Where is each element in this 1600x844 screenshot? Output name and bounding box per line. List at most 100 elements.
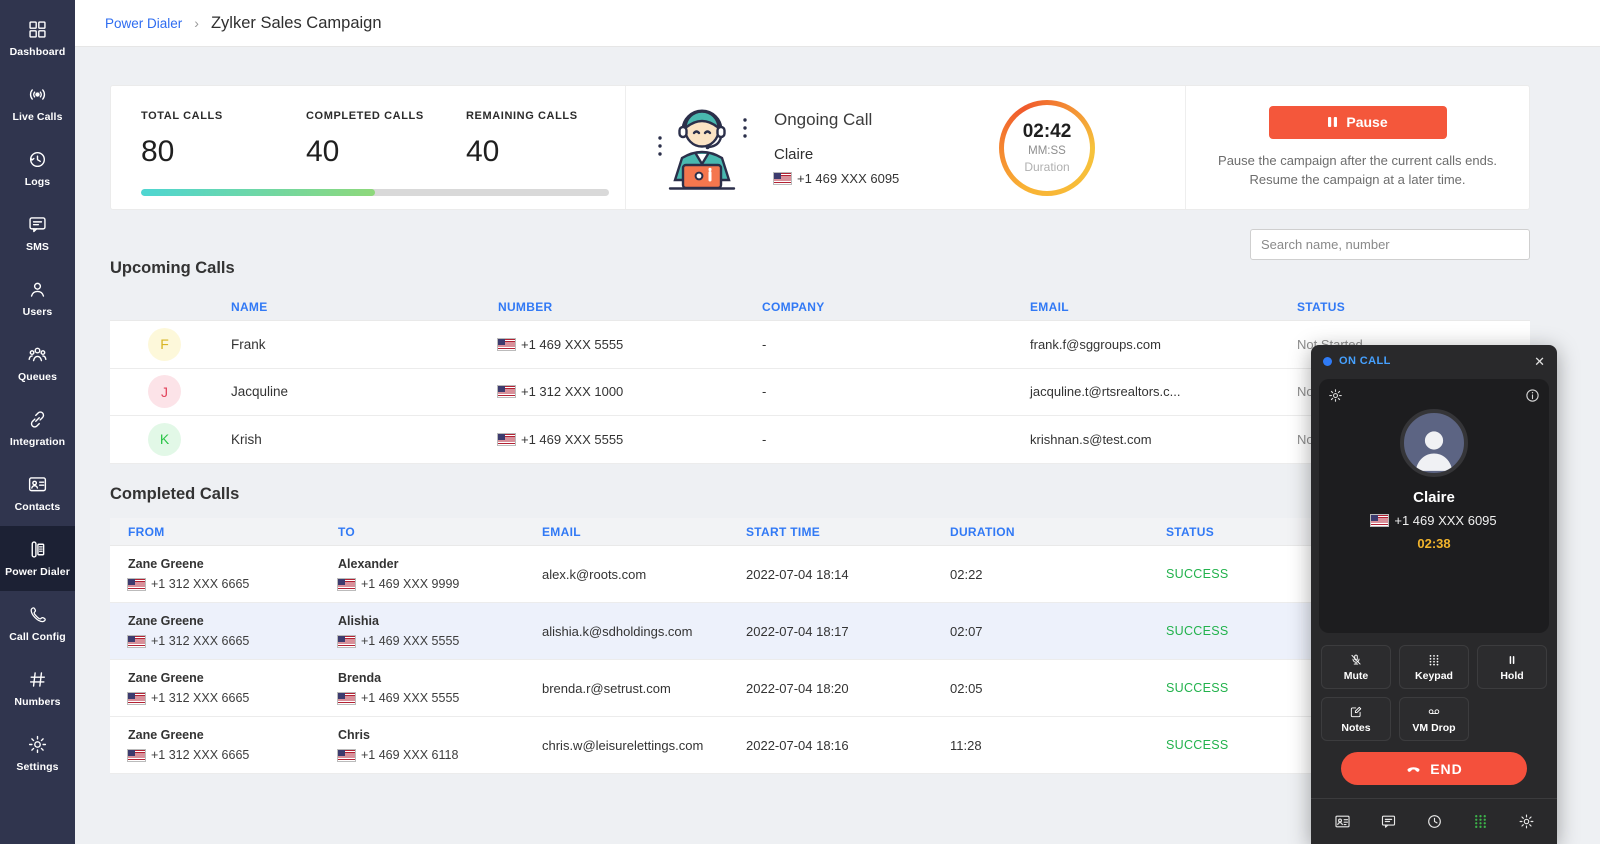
us-flag-icon (774, 173, 791, 184)
call-email: alishia.k@sdholdings.com (542, 624, 746, 639)
search-input[interactable] (1250, 229, 1530, 260)
to-name: Alexander (338, 557, 542, 571)
sidebar-item-settings[interactable]: Settings (0, 721, 75, 786)
campaign-progress-bar (141, 189, 609, 196)
us-flag-icon (128, 636, 145, 647)
notes-button[interactable]: Notes (1321, 697, 1391, 741)
pause-campaign-button[interactable]: Pause (1269, 106, 1447, 139)
sidebar-item-power-dialer[interactable]: Power Dialer (0, 526, 75, 591)
caller-name: Claire (1319, 489, 1549, 506)
call-widget-panel: Claire +1 469 XXX 6095 02:38 (1319, 379, 1549, 633)
call-widget: ON CALL ✕ Claire +1 469 XXX 6095 02:38 M… (1311, 345, 1557, 844)
stat-value: 80 (141, 135, 306, 169)
avatar: K (148, 423, 181, 456)
vm-drop-button[interactable]: VM Drop (1399, 697, 1469, 741)
contact-email: frank.f@sggroups.com (1030, 337, 1297, 352)
chat-icon[interactable] (1380, 813, 1397, 830)
live-calls-icon (27, 84, 48, 105)
sidebar-item-users[interactable]: Users (0, 266, 75, 331)
stat-completed-calls: COMPLETED CALLS 40 (306, 110, 466, 169)
call-duration: 02:05 (950, 681, 1166, 696)
column-header-email[interactable]: EMAIL (1030, 300, 1297, 314)
us-flag-icon (498, 434, 515, 445)
us-flag-icon (128, 579, 145, 590)
sidebar-item-integration[interactable]: Integration (0, 396, 75, 461)
caller-avatar (1400, 409, 1468, 477)
sidebar-item-label: Logs (25, 176, 50, 188)
logs-history-icon (27, 149, 48, 170)
history-icon[interactable] (1426, 813, 1443, 830)
close-icon[interactable]: ✕ (1534, 355, 1545, 368)
column-header-start-time[interactable]: START TIME (746, 525, 950, 539)
info-icon[interactable] (1525, 388, 1540, 408)
stat-remaining-calls: REMAINING CALLS 40 (466, 110, 578, 169)
contact-company: - (762, 432, 1030, 447)
numbers-icon (27, 669, 48, 690)
sidebar-item-call-config[interactable]: Call Config (0, 591, 75, 656)
column-header-status[interactable]: STATUS (1297, 300, 1530, 314)
phone-down-icon (1405, 760, 1422, 777)
sidebar: Dashboard Live Calls Logs SMS Users Queu… (0, 0, 75, 844)
from-number: +1 312 XXX 6665 (151, 634, 249, 648)
keypad-button[interactable]: Keypad (1399, 645, 1469, 689)
sidebar-item-contacts[interactable]: Contacts (0, 461, 75, 526)
sidebar-item-numbers[interactable]: Numbers (0, 656, 75, 721)
end-call-button[interactable]: END (1341, 752, 1527, 785)
sidebar-item-label: Dashboard (10, 46, 66, 58)
sidebar-item-logs[interactable]: Logs (0, 136, 75, 201)
column-header-name[interactable]: NAME (231, 300, 498, 314)
notes-icon (1349, 705, 1363, 719)
sidebar-item-queues[interactable]: Queues (0, 331, 75, 396)
column-header-number[interactable]: NUMBER (498, 300, 762, 314)
us-flag-icon (338, 750, 355, 761)
stat-label: REMAINING CALLS (466, 110, 578, 122)
to-name: Chris (338, 728, 542, 742)
contact-company: - (762, 384, 1030, 399)
topbar: Power Dialer › Zylker Sales Campaign (75, 0, 1600, 47)
sidebar-item-label: Users (23, 306, 53, 318)
call-widget-footer (1311, 798, 1557, 844)
avatar: F (148, 328, 181, 361)
sidebar-item-dashboard[interactable]: Dashboard (0, 6, 75, 71)
column-header-email[interactable]: EMAIL (542, 525, 746, 539)
completed-calls-title: Completed Calls (110, 485, 239, 504)
column-header-company[interactable]: COMPANY (762, 300, 1030, 314)
call-duration-value: 02:42 (1023, 121, 1072, 143)
queues-icon (27, 344, 48, 365)
pause-icon (1327, 116, 1338, 128)
contact-email: krishnan.s@test.com (1030, 432, 1297, 447)
column-header-to[interactable]: TO (338, 525, 542, 539)
widget-settings-icon[interactable] (1328, 388, 1343, 408)
breadcrumb-chevron-icon: › (194, 15, 199, 31)
call-config-icon (27, 604, 48, 625)
contact-name: Krish (231, 432, 498, 447)
call-action-label: Mute (1344, 670, 1369, 682)
call-duration-ring: 02:42 MM:SS Duration (999, 100, 1095, 196)
power-dialer-icon (27, 539, 48, 560)
hold-button[interactable]: Hold (1477, 645, 1547, 689)
contact-card-icon[interactable] (1334, 813, 1351, 830)
dialpad-icon[interactable] (1472, 813, 1489, 830)
us-flag-icon (498, 386, 515, 397)
pause-description-line2: Resume the campaign at a later time. (1218, 171, 1497, 190)
column-header-duration[interactable]: DURATION (950, 525, 1166, 539)
mute-button[interactable]: Mute (1321, 645, 1391, 689)
from-number: +1 312 XXX 6665 (151, 691, 249, 705)
sidebar-item-label: Live Calls (12, 111, 62, 123)
breadcrumb-parent-link[interactable]: Power Dialer (105, 16, 182, 31)
sidebar-item-label: Numbers (14, 696, 60, 708)
contact-name: Jacquline (231, 384, 498, 399)
sidebar-item-live-calls[interactable]: Live Calls (0, 71, 75, 136)
keypad-icon (1427, 653, 1441, 667)
users-icon (27, 279, 48, 300)
call-action-label: VM Drop (1412, 722, 1455, 734)
gear-icon[interactable] (1518, 813, 1535, 830)
from-number: +1 312 XXX 6665 (151, 577, 249, 591)
sidebar-item-sms[interactable]: SMS (0, 201, 75, 266)
contact-company: - (762, 337, 1030, 352)
pause-card: Pause Pause the campaign after the curre… (1186, 86, 1529, 209)
hold-icon (1505, 653, 1519, 667)
from-name: Zane Greene (128, 557, 338, 571)
dashboard-grid-icon (27, 19, 48, 40)
column-header-from[interactable]: FROM (128, 525, 338, 539)
